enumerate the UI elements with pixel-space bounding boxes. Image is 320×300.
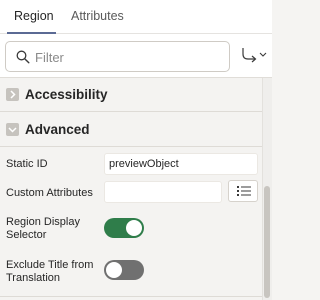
goto-button[interactable] xyxy=(240,44,268,68)
chevron-right-icon xyxy=(6,88,19,101)
section-title: Advanced xyxy=(25,122,90,137)
custom-attributes-label: Custom Attributes xyxy=(6,187,93,199)
tab-region[interactable]: Region xyxy=(14,9,54,23)
region-display-selector-toggle[interactable] xyxy=(104,218,144,238)
section-advanced[interactable]: Advanced xyxy=(0,113,262,147)
chevron-down-icon xyxy=(6,123,19,136)
toggle-knob xyxy=(126,220,142,236)
filter-toolbar xyxy=(0,34,272,78)
label-line: Translation xyxy=(6,272,61,284)
tab-attributes[interactable]: Attributes xyxy=(71,9,124,23)
toggle-knob xyxy=(106,262,122,278)
label-line: Exclude Title from xyxy=(6,259,94,271)
search-icon xyxy=(16,50,30,64)
label-line: Region Display xyxy=(6,216,80,228)
goto-arrow-icon xyxy=(242,48,267,63)
exclude-title-label: Exclude Title from Translation xyxy=(6,259,93,285)
divider xyxy=(0,296,262,297)
custom-attributes-list-button[interactable] xyxy=(228,180,258,202)
custom-attributes-field[interactable] xyxy=(104,181,222,203)
property-tabs: Region Attributes xyxy=(0,0,272,34)
filter-box xyxy=(5,41,230,72)
list-icon xyxy=(237,186,251,196)
static-id-field[interactable] xyxy=(104,153,258,175)
scrollbar-thumb[interactable] xyxy=(264,186,270,298)
static-id-label: Static ID xyxy=(6,158,48,170)
exclude-title-toggle[interactable] xyxy=(104,260,144,280)
region-display-selector-label: Region Display Selector xyxy=(6,216,80,242)
section-title: Accessibility xyxy=(25,87,108,102)
section-accessibility[interactable]: Accessibility xyxy=(0,78,262,112)
filter-input[interactable] xyxy=(35,48,215,66)
label-line: Selector xyxy=(6,229,47,241)
